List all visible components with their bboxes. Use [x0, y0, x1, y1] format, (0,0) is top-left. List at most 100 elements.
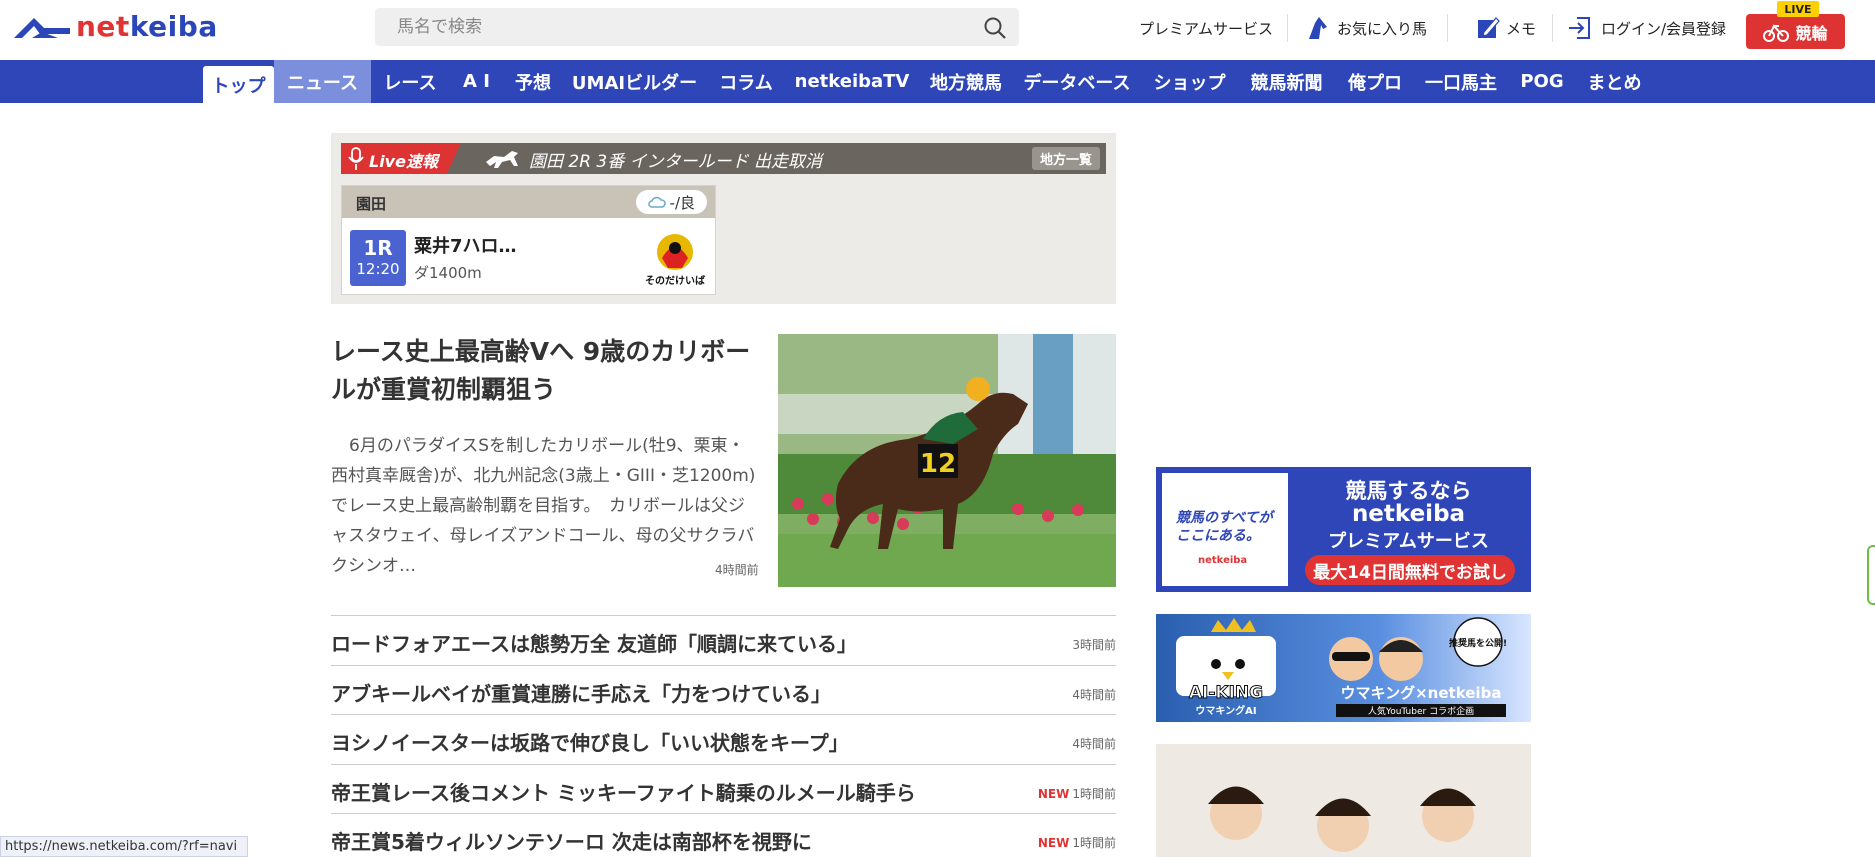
- saddle-cloth-number: 12: [920, 449, 956, 479]
- news-list: ロードフォアエースは態勢万全 友道師「順調に来ている」 3時間前 アブキールベイ…: [331, 615, 1116, 857]
- live-badge: LIVE: [1777, 1, 1819, 17]
- login-icon: [1569, 17, 1590, 39]
- feature-time: 4時間前: [715, 563, 759, 577]
- race-time: 12:20: [356, 260, 400, 278]
- aiking-banner[interactable]: AI-KING ウマキングAI 推奨馬を公開! ウマキング×netkeiba 人…: [1156, 614, 1531, 722]
- weather-text: -/良: [669, 193, 695, 212]
- favorite-horses-link[interactable]: お気に入り馬: [1305, 12, 1427, 44]
- news-title[interactable]: 帝王賞レース後コメント ミッキーファイト騎乗のルメール騎手ら: [331, 777, 916, 806]
- search-icon[interactable]: [983, 16, 1007, 40]
- nav-item-race[interactable]: レース: [371, 60, 449, 103]
- nav-item-yoso[interactable]: 予想: [504, 60, 562, 103]
- feature-image[interactable]: 12: [778, 334, 1116, 587]
- nav-item-database[interactable]: データベース: [1013, 60, 1141, 103]
- nav-item-column[interactable]: コラム: [707, 60, 785, 103]
- racehorse-photo: 12: [778, 334, 1116, 587]
- nav-item-pog[interactable]: POG: [1507, 60, 1577, 103]
- news-time: 3時間前: [1069, 636, 1116, 653]
- live-ticker-bar[interactable]: Live速報 園田 2R 3番 インタールード 出走取消 地方一覧: [341, 143, 1106, 174]
- nav-item-chiho[interactable]: 地方競馬: [919, 60, 1013, 103]
- nav-item-ai[interactable]: A I: [449, 60, 504, 103]
- live-ticker-text[interactable]: 園田 2R 3番 インタールード 出走取消: [529, 147, 822, 172]
- logo-text: netkeiba: [76, 10, 218, 43]
- news-item[interactable]: ヨシノイースターは坂路で伸び良し「いい状態をキープ」 4時間前: [331, 715, 1116, 765]
- nav-item-hitokuchi[interactable]: 一口馬主: [1415, 60, 1507, 103]
- global-nav: トップ ニュース レース A I 予想 UMAIビルダー コラム netkeib…: [0, 60, 1875, 103]
- news-item[interactable]: 帝王賞5着ウィルソンテソーロ 次走は南部杯を視野に NEW 1時間前: [331, 814, 1116, 857]
- premium-service-link[interactable]: プレミアムサービス: [1139, 12, 1273, 44]
- horse-search-input[interactable]: [375, 8, 975, 46]
- news-item[interactable]: アブキールベイが重賞連勝に手応え「力をつけている」 4時間前: [331, 666, 1116, 715]
- premium-banner-left: 競馬のすべてが ここにある。 netkeiba: [1162, 473, 1288, 586]
- nav-item-top[interactable]: トップ: [203, 66, 274, 103]
- nav-item-shop[interactable]: ショップ: [1141, 60, 1238, 103]
- aiking-collab: ウマキング×netkeiba: [1341, 684, 1502, 702]
- news-time: NEW 1時間前: [1038, 834, 1116, 851]
- new-badge: NEW: [1037, 836, 1070, 850]
- microphone-icon: [348, 147, 364, 170]
- live-label: Live速報: [369, 152, 438, 171]
- news-title[interactable]: ロードフォアエースは態勢万全 友道師「順調に来ている」: [331, 628, 857, 657]
- bicycle-icon: [1763, 23, 1790, 42]
- news-time: NEW 1時間前: [1038, 785, 1116, 802]
- race-number-badge: 1R 12:20: [350, 230, 406, 286]
- news-time: 4時間前: [1069, 735, 1116, 752]
- aiking-title: AI-KING: [1189, 683, 1263, 703]
- sonoda-keiba-logo: そのだけいば: [645, 234, 705, 287]
- chiho-list-button[interactable]: 地方一覧: [1031, 147, 1100, 170]
- news-item[interactable]: 帝王賞レース後コメント ミッキーファイト騎乗のルメール騎手ら NEW 1時間前: [331, 765, 1116, 814]
- site-header: netkeiba プレミアムサービス お気に入り馬 メモ ログイン/会員登録: [0, 0, 1875, 60]
- weather-badge: -/良: [635, 190, 707, 214]
- search-box: [375, 8, 1019, 46]
- nav-item-umai-builder[interactable]: UMAIビルダー: [562, 60, 707, 103]
- venue-name: 園田: [356, 195, 387, 213]
- horse-head-icon: [1309, 17, 1327, 39]
- nav-item-netkeibatv[interactable]: netkeibaTV: [785, 60, 919, 103]
- race-distance: ダ1400m: [414, 264, 482, 282]
- memo-icon: [1478, 17, 1500, 38]
- news-time-text: 1時間前: [1072, 836, 1116, 850]
- status-bar-url: https://news.netkeiba.com/?rf=navi: [0, 836, 249, 857]
- nav-item-orepro[interactable]: 俺プロ: [1335, 60, 1415, 103]
- header-divider: [1552, 14, 1553, 42]
- keirin-button[interactable]: 競輪: [1746, 14, 1845, 49]
- nav-item-shinbun[interactable]: 競馬新聞: [1238, 60, 1335, 103]
- premium-service-banner[interactable]: 競馬のすべてが ここにある。 netkeiba 競馬するなら netkeiba プ…: [1156, 467, 1531, 592]
- premium-trial-cta: 最大14日間無料でお試し: [1305, 555, 1515, 585]
- aiking-sub: ウマキングAI: [1195, 704, 1256, 717]
- news-time-text: 3時間前: [1072, 638, 1116, 652]
- keirin-label: 競輪: [1795, 23, 1828, 43]
- three-people-photo: [1208, 786, 1476, 852]
- cloud-icon: [647, 196, 666, 208]
- aiking-banner-art: AI-KING ウマキングAI 推奨馬を公開! ウマキング×netkeiba 人…: [1176, 617, 1507, 717]
- promo-photo-banner[interactable]: [1156, 744, 1531, 857]
- feature-body: 6月のパラダイスSを制したカリボール(牡9、栗東・西村真幸厩舎)が、北九州記念(…: [331, 436, 756, 576]
- news-title[interactable]: アブキールベイが重賞連勝に手応え「力をつけている」: [331, 678, 831, 707]
- aiking-note: 人気YouTuber コラボ企画: [1368, 705, 1474, 717]
- netkeiba-logo[interactable]: netkeiba: [14, 10, 218, 43]
- side-feedback-tab[interactable]: [1867, 545, 1875, 605]
- new-badge: NEW: [1037, 786, 1070, 801]
- venue-card[interactable]: 園田 -/良 1R 12:20 粟井7ハロ… ダ1400m そのだけいば: [341, 185, 716, 295]
- premium-banner-line2: netkeiba: [1351, 501, 1466, 527]
- favorite-horses-label: お気に入り馬: [1337, 19, 1428, 38]
- race-name: 粟井7ハロ…: [414, 236, 517, 257]
- news-time-text: 4時間前: [1072, 737, 1116, 751]
- nav-item-matome[interactable]: まとめ: [1577, 60, 1652, 103]
- premium-tagline: 競馬のすべてが ここにある。: [1176, 510, 1273, 544]
- news-title[interactable]: 帝王賞5着ウィルソンテソーロ 次走は南部杯を視野に: [331, 826, 812, 855]
- login-link[interactable]: ログイン/会員登録: [1567, 12, 1726, 44]
- news-item[interactable]: ロードフォアエースは態勢万全 友道師「順調に来ている」 3時間前: [331, 616, 1116, 666]
- aiking-bubble: 推奨馬を公開!: [1449, 637, 1507, 649]
- memo-label: メモ: [1506, 19, 1537, 38]
- premium-left-brand: netkeiba: [1198, 555, 1248, 566]
- header-divider: [1447, 14, 1448, 42]
- live-news-box: Live速報 園田 2R 3番 インタールード 出走取消 地方一覧 園田 -/良…: [331, 133, 1116, 304]
- news-title[interactable]: ヨシノイースターは坂路で伸び良し「いい状態をキープ」: [331, 727, 849, 756]
- nav-item-news[interactable]: ニュース: [274, 60, 371, 103]
- feature-title[interactable]: レース史上最高齢Vへ 9歳のカリボールが重賞初制覇狙う: [331, 333, 761, 409]
- race-number: 1R: [363, 236, 393, 260]
- memo-link[interactable]: メモ: [1476, 12, 1536, 44]
- premium-banner-line3: プレミアムサービス: [1328, 531, 1489, 552]
- news-time-text: 4時間前: [1072, 687, 1116, 702]
